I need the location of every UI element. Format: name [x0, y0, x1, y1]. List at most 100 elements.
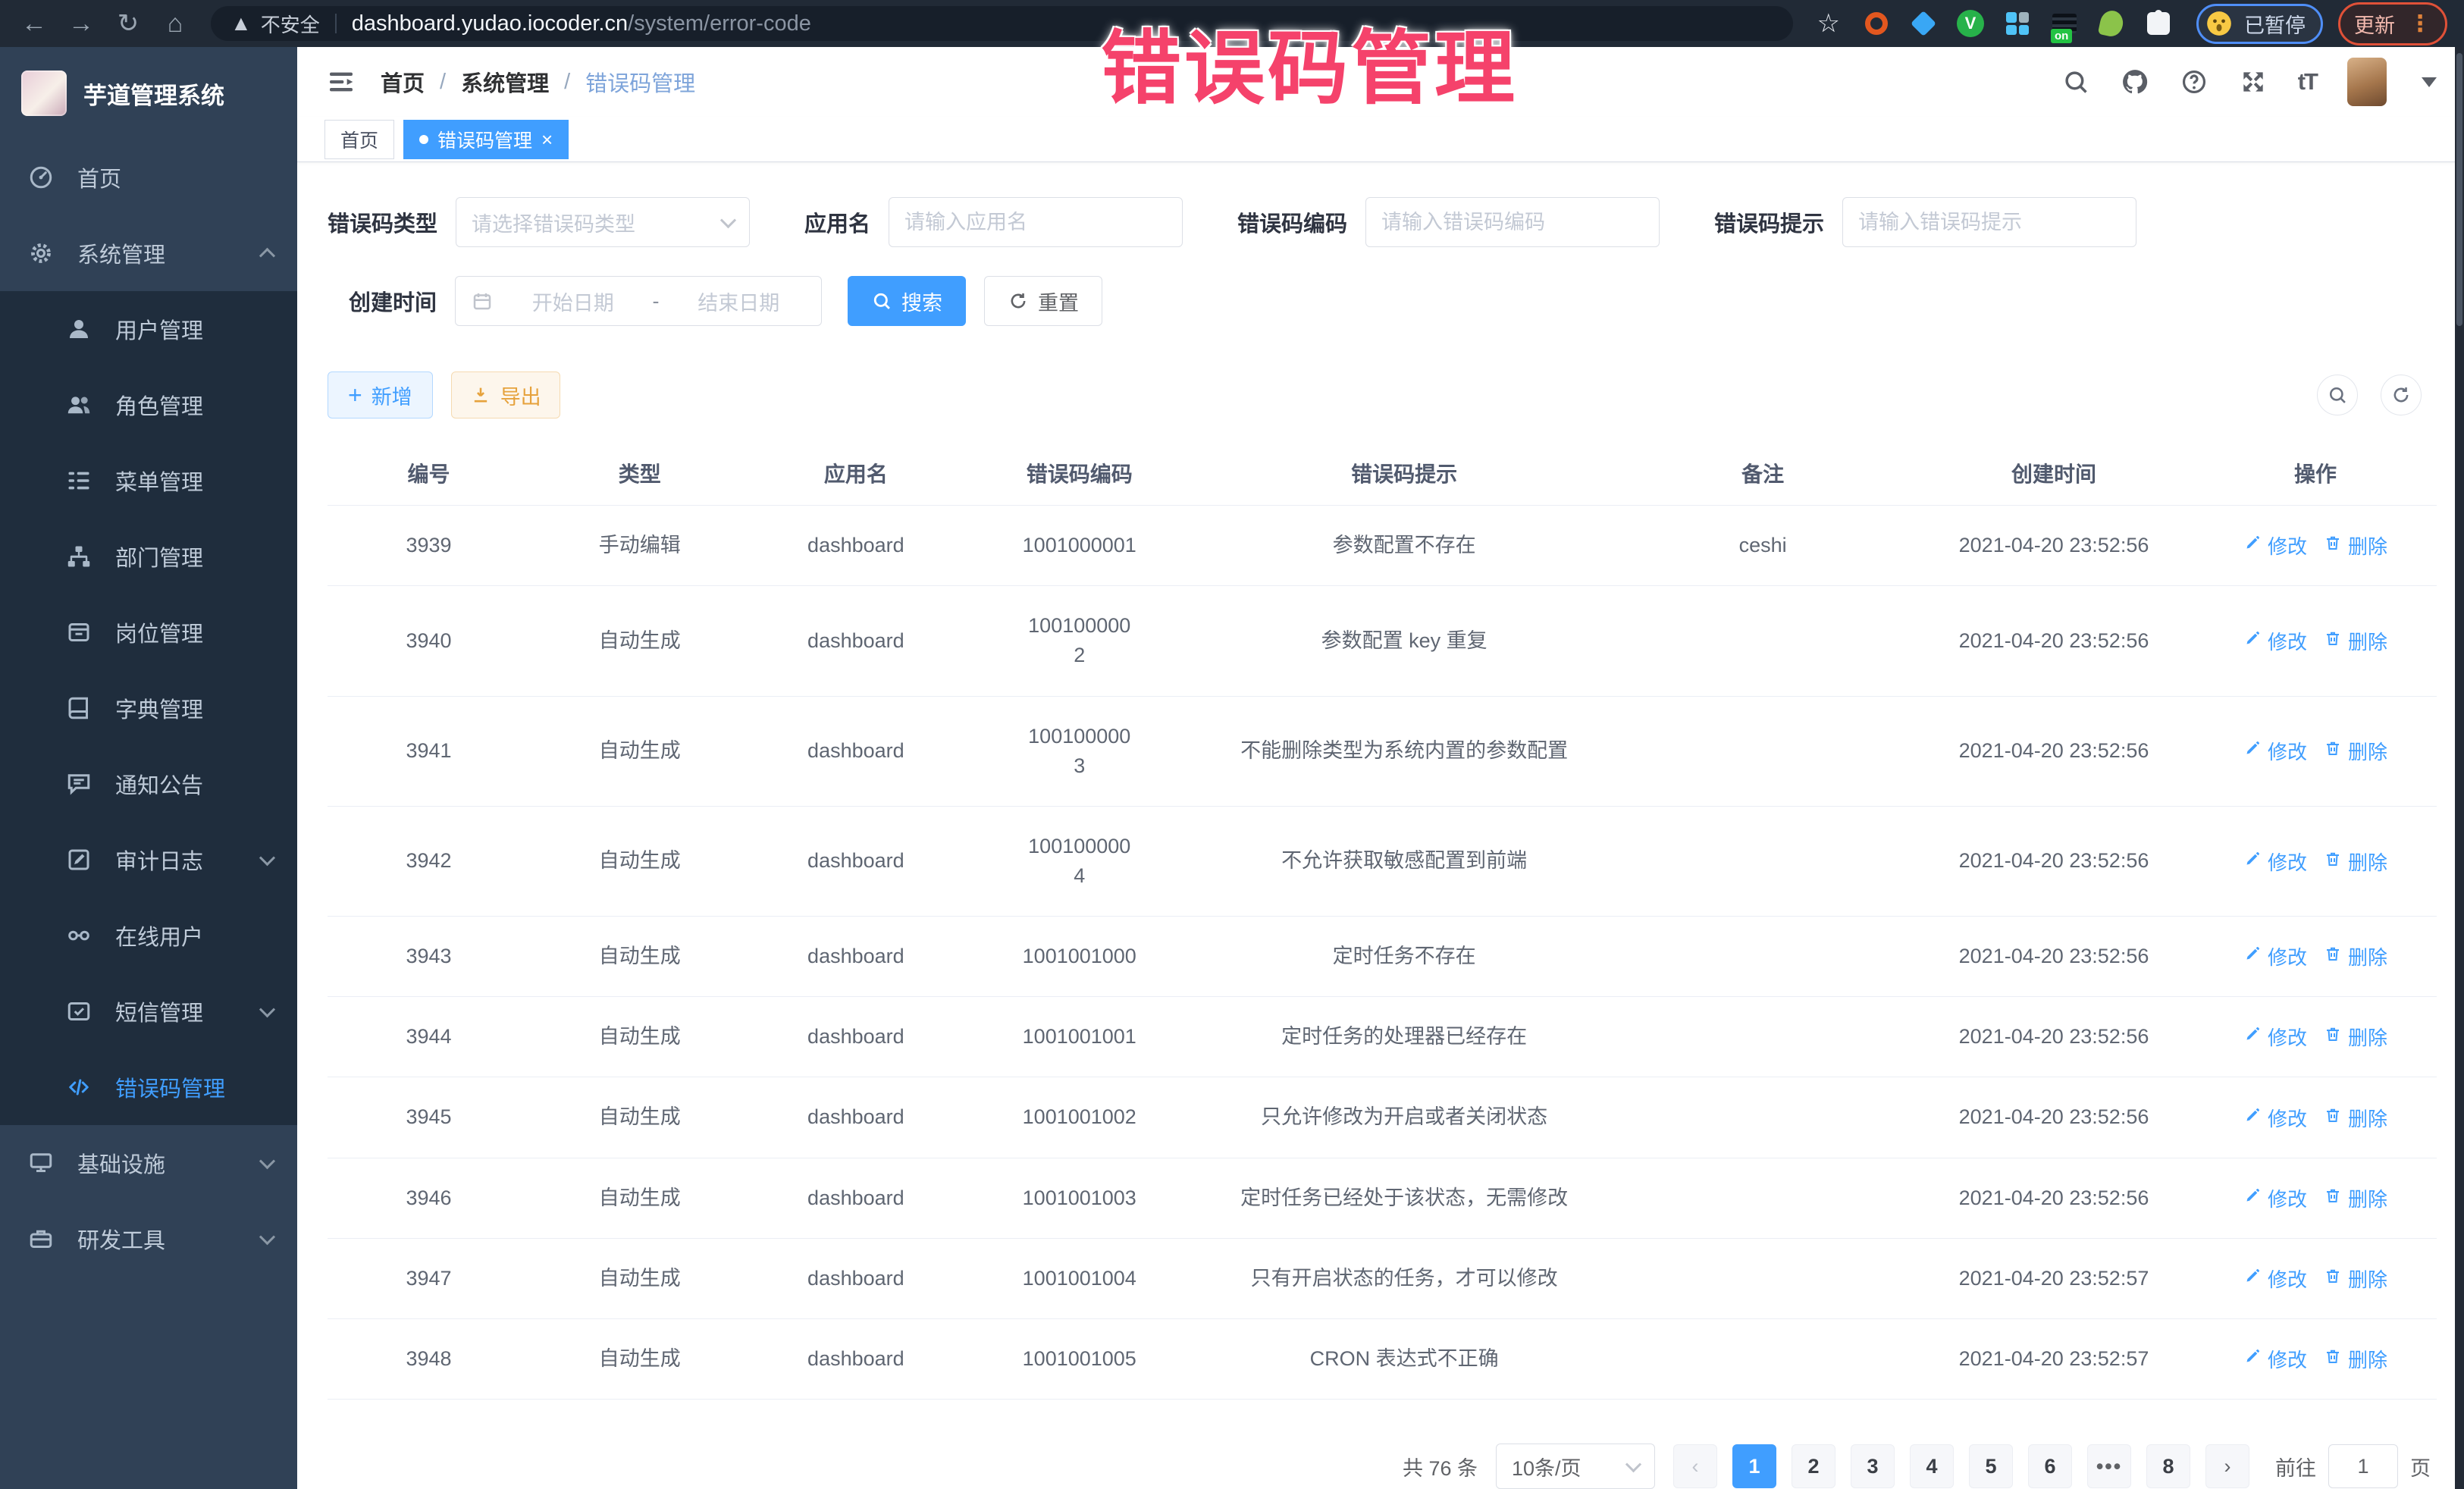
- sidebar-item-infra[interactable]: 基础设施: [0, 1125, 297, 1201]
- more-pages-button[interactable]: •••: [2087, 1444, 2131, 1488]
- page-button[interactable]: 8: [2146, 1444, 2190, 1488]
- extension-icon[interactable]: [2143, 8, 2174, 39]
- help-icon[interactable]: [2180, 67, 2209, 96]
- edit-link[interactable]: 修改: [2243, 1345, 2307, 1373]
- browser-update-button[interactable]: 更新 ⋮: [2338, 2, 2447, 45]
- page-button[interactable]: 1: [1732, 1444, 1776, 1488]
- edit-link[interactable]: 修改: [2243, 942, 2307, 970]
- table-row[interactable]: 3939手动编辑dashboard1001000001参数配置不存在ceshi2…: [328, 506, 2437, 586]
- close-icon[interactable]: ×: [541, 130, 553, 149]
- table-row[interactable]: 3946自动生成dashboard1001001003定时任务已经处于该状态，无…: [328, 1158, 2437, 1239]
- bookmark-star-icon[interactable]: ☆: [1817, 8, 1840, 39]
- show-search-button[interactable]: [2317, 375, 2358, 415]
- error-code-input[interactable]: [1365, 197, 1660, 247]
- extension-icon[interactable]: [1908, 8, 1939, 39]
- add-button[interactable]: + 新增: [328, 371, 433, 418]
- sidebar-item-online[interactable]: 在线用户: [0, 898, 297, 973]
- table-row[interactable]: 3948自动生成dashboard1001001005CRON 表达式不正确20…: [328, 1319, 2437, 1400]
- sidebar-item-user[interactable]: 用户管理: [0, 291, 297, 367]
- page-button[interactable]: 6: [2028, 1444, 2072, 1488]
- edit-link[interactable]: 修改: [2243, 1265, 2307, 1293]
- breadcrumb-system[interactable]: 系统管理: [461, 66, 549, 98]
- sidebar-item-post[interactable]: 岗位管理: [0, 594, 297, 670]
- error-type-select[interactable]: 请选择错误码类型: [456, 197, 750, 247]
- delete-link[interactable]: 删除: [2324, 1345, 2387, 1373]
- extension-icon[interactable]: [1861, 8, 1892, 39]
- delete-link[interactable]: 删除: [2324, 848, 2387, 876]
- edit-link[interactable]: 修改: [2243, 1184, 2307, 1212]
- extension-icon[interactable]: on: [2049, 8, 2080, 39]
- not-secure-indicator[interactable]: ▲ 不安全: [230, 10, 320, 38]
- fullscreen-icon[interactable]: [2239, 67, 2268, 96]
- edit-link[interactable]: 修改: [2243, 737, 2307, 765]
- browser-home-icon[interactable]: ⌂: [153, 0, 197, 47]
- user-avatar[interactable]: [2347, 58, 2387, 106]
- sidebar-item-home[interactable]: 首页: [0, 139, 297, 215]
- table-row[interactable]: 3941自动生成dashboard100100000 3不能删除类型为系统内置的…: [328, 697, 2437, 807]
- github-icon[interactable]: [2121, 67, 2149, 96]
- delete-link[interactable]: 删除: [2324, 737, 2387, 765]
- sidebar-item-errorcode[interactable]: 错误码管理: [0, 1049, 297, 1125]
- app-logo[interactable]: 芋道管理系统: [0, 47, 297, 139]
- goto-page-input[interactable]: [2328, 1444, 2398, 1488]
- browser-profile-button[interactable]: 已暂停: [2196, 4, 2323, 44]
- scrollbar[interactable]: [2455, 47, 2464, 1489]
- edit-link[interactable]: 修改: [2243, 1104, 2307, 1132]
- sidebar-item-menu[interactable]: 菜单管理: [0, 443, 297, 519]
- app-name-input[interactable]: [889, 197, 1183, 247]
- extension-icon[interactable]: [2096, 8, 2127, 39]
- scrollbar-thumb[interactable]: [2456, 53, 2462, 326]
- table-row[interactable]: 3947自动生成dashboard1001001004只有开启状态的任务，才可以…: [328, 1239, 2437, 1319]
- sidebar-item-dept[interactable]: 部门管理: [0, 519, 297, 594]
- delete-link[interactable]: 删除: [2324, 627, 2387, 655]
- browser-back-icon[interactable]: ←: [12, 0, 56, 47]
- page-button[interactable]: 2: [1792, 1444, 1835, 1488]
- tab-home[interactable]: 首页: [324, 120, 394, 159]
- chevron-down-icon[interactable]: [2422, 77, 2437, 87]
- browser-reload-icon[interactable]: ↻: [106, 0, 150, 47]
- tab-error-code[interactable]: 错误码管理×: [403, 120, 569, 159]
- edit-link[interactable]: 修改: [2243, 531, 2307, 560]
- table-row[interactable]: 3945自动生成dashboard1001001002只允许修改为开启或者关闭状…: [328, 1077, 2437, 1158]
- edit-link[interactable]: 修改: [2243, 1023, 2307, 1051]
- reset-button[interactable]: 重置: [984, 276, 1102, 326]
- browser-forward-icon[interactable]: →: [59, 0, 103, 47]
- sidebar-item-notice[interactable]: 通知公告: [0, 746, 297, 822]
- sidebar-item-tool[interactable]: 研发工具: [0, 1201, 297, 1277]
- edit-link[interactable]: 修改: [2243, 848, 2307, 876]
- sidebar-item-audit[interactable]: 审计日志: [0, 822, 297, 898]
- prev-page-button[interactable]: ‹: [1673, 1444, 1717, 1488]
- delete-link[interactable]: 删除: [2324, 531, 2387, 560]
- edit-link[interactable]: 修改: [2243, 627, 2307, 655]
- date-range-picker[interactable]: 开始日期 - 结束日期: [455, 276, 822, 326]
- table-row[interactable]: 3940自动生成dashboard100100000 2参数配置 key 重复2…: [328, 586, 2437, 696]
- delete-link[interactable]: 删除: [2324, 1184, 2387, 1212]
- table-row[interactable]: 3943自动生成dashboard1001001000定时任务不存在2021-0…: [328, 917, 2437, 997]
- export-button[interactable]: 导出: [451, 371, 560, 418]
- breadcrumb-home[interactable]: 首页: [381, 66, 425, 98]
- sidebar-item-sms[interactable]: 短信管理: [0, 973, 297, 1049]
- sidebar-item-system[interactable]: 系统管理: [0, 215, 297, 291]
- table-row[interactable]: 3942自动生成dashboard100100000 4不允许获取敏感配置到前端…: [328, 807, 2437, 917]
- extension-icon[interactable]: V: [1955, 8, 1986, 39]
- sidebar-item-dict[interactable]: 字典管理: [0, 670, 297, 746]
- extension-icon[interactable]: [2002, 8, 2033, 39]
- page-button[interactable]: 4: [1910, 1444, 1954, 1488]
- delete-link[interactable]: 删除: [2324, 942, 2387, 970]
- search-button[interactable]: 搜索: [848, 276, 966, 326]
- font-size-icon[interactable]: tT: [2298, 68, 2317, 96]
- address-bar[interactable]: ▲ 不安全 dashboard.yudao.iocoder.cn/system/…: [211, 6, 1793, 41]
- browser-menu-icon[interactable]: ⋮: [2409, 11, 2431, 37]
- page-size-select[interactable]: 10条/页: [1496, 1444, 1655, 1489]
- hamburger-icon[interactable]: [324, 67, 358, 97]
- refresh-table-button[interactable]: [2381, 375, 2422, 415]
- page-button[interactable]: 3: [1851, 1444, 1895, 1488]
- delete-link[interactable]: 删除: [2324, 1023, 2387, 1051]
- delete-link[interactable]: 删除: [2324, 1265, 2387, 1293]
- delete-link[interactable]: 删除: [2324, 1104, 2387, 1132]
- page-button[interactable]: 5: [1969, 1444, 2013, 1488]
- next-page-button[interactable]: ›: [2205, 1444, 2249, 1488]
- error-msg-input[interactable]: [1842, 197, 2136, 247]
- search-icon[interactable]: [2061, 67, 2090, 96]
- sidebar-item-role[interactable]: 角色管理: [0, 367, 297, 443]
